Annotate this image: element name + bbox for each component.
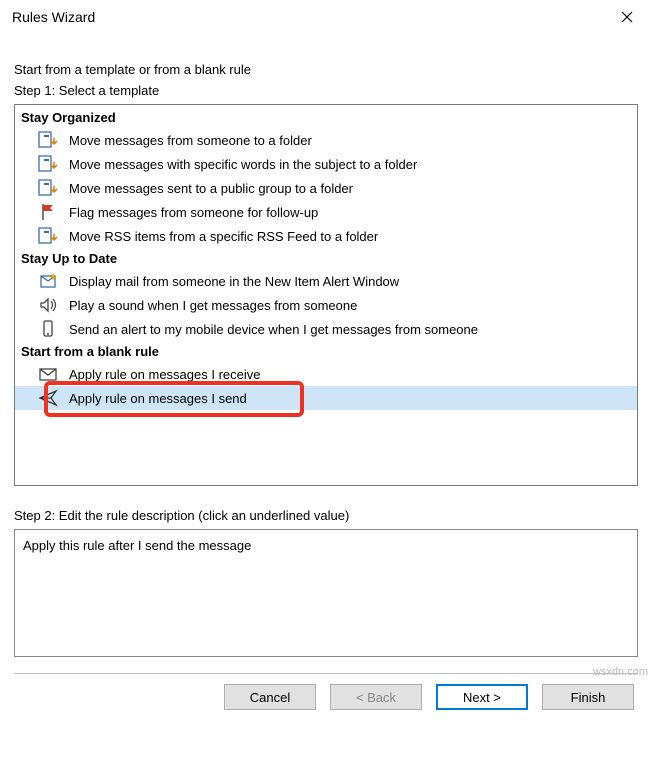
template-item-label: Move RSS items from a specific RSS Feed … bbox=[69, 229, 378, 244]
rule-description-box[interactable]: Apply this rule after I send the message bbox=[14, 529, 638, 657]
template-item-label: Move messages with specific words in the… bbox=[69, 157, 417, 172]
titlebar: Rules Wizard bbox=[0, 0, 650, 34]
template-item-label: Move messages sent to a public group to … bbox=[69, 181, 353, 196]
group-header-stay-uptodate: Stay Up to Date bbox=[15, 248, 637, 269]
watermark: wsxdn.com bbox=[593, 666, 648, 678]
template-item-new-item-alert[interactable]: Display mail from someone in the New Ite… bbox=[15, 269, 637, 293]
rule-description-text: Apply this rule after I send the message bbox=[23, 538, 251, 553]
finish-button[interactable]: Finish bbox=[542, 684, 634, 710]
template-item-label: Flag messages from someone for follow-up bbox=[69, 205, 318, 220]
template-item-move-rss[interactable]: Move RSS items from a specific RSS Feed … bbox=[15, 224, 637, 248]
dialog-content: Start from a template or from a blank ru… bbox=[0, 34, 650, 720]
template-item-label: Play a sound when I get messages from so… bbox=[69, 298, 357, 313]
move-to-folder-icon bbox=[37, 129, 59, 151]
template-item-label: Display mail from someone in the New Ite… bbox=[69, 274, 399, 289]
next-button[interactable]: Next > bbox=[436, 684, 528, 710]
sound-icon bbox=[37, 294, 59, 316]
window-title: Rules Wizard bbox=[12, 9, 95, 25]
template-item-flag-followup[interactable]: Flag messages from someone for follow-up bbox=[15, 200, 637, 224]
template-item-move-public-group[interactable]: Move messages sent to a public group to … bbox=[15, 176, 637, 200]
group-header-blank-rule: Start from a blank rule bbox=[15, 341, 637, 362]
close-icon bbox=[621, 11, 633, 23]
move-to-folder-icon bbox=[37, 225, 59, 247]
template-item-mobile-alert[interactable]: Send an alert to my mobile device when I… bbox=[15, 317, 637, 341]
step1-label: Step 1: Select a template bbox=[14, 83, 638, 98]
template-item-label: Move messages from someone to a folder bbox=[69, 133, 312, 148]
button-row: Cancel < Back Next > Finish bbox=[14, 684, 638, 710]
send-icon bbox=[37, 387, 59, 409]
flag-icon bbox=[37, 201, 59, 223]
template-item-move-subject-words[interactable]: Move messages with specific words in the… bbox=[15, 152, 637, 176]
new-alert-icon bbox=[37, 270, 59, 292]
separator bbox=[14, 673, 638, 674]
mobile-icon bbox=[37, 318, 59, 340]
template-item-play-sound[interactable]: Play a sound when I get messages from so… bbox=[15, 293, 637, 317]
template-listbox[interactable]: Stay Organized Move messages from someon… bbox=[14, 104, 638, 486]
instruction-text: Start from a template or from a blank ru… bbox=[14, 62, 638, 77]
template-item-move-from-someone[interactable]: Move messages from someone to a folder bbox=[15, 128, 637, 152]
group-header-stay-organized: Stay Organized bbox=[15, 107, 637, 128]
cancel-button[interactable]: Cancel bbox=[224, 684, 316, 710]
back-button: < Back bbox=[330, 684, 422, 710]
template-item-label: Send an alert to my mobile device when I… bbox=[69, 322, 478, 337]
envelope-icon bbox=[37, 363, 59, 385]
step2-label: Step 2: Edit the rule description (click… bbox=[14, 508, 638, 523]
template-item-label: Apply rule on messages I receive bbox=[69, 367, 260, 382]
close-button[interactable] bbox=[604, 0, 650, 34]
template-item-label: Apply rule on messages I send bbox=[69, 391, 247, 406]
move-to-folder-icon bbox=[37, 177, 59, 199]
template-item-apply-send[interactable]: Apply rule on messages I send bbox=[15, 386, 637, 410]
template-item-apply-receive[interactable]: Apply rule on messages I receive bbox=[15, 362, 637, 386]
move-to-folder-icon bbox=[37, 153, 59, 175]
